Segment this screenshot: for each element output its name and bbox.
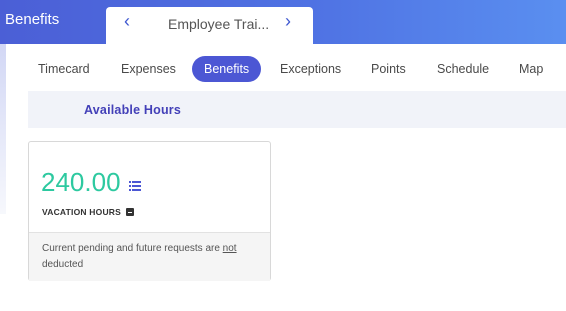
collapse-icon[interactable] bbox=[125, 208, 134, 216]
note-text-end: deducted bbox=[42, 259, 84, 270]
employee-selector: ‹ Employee Trai... › bbox=[106, 7, 313, 44]
tab-bar: Timecard Expenses Benefits Exceptions Po… bbox=[26, 56, 566, 82]
chevron-left-icon[interactable]: ‹ bbox=[124, 11, 130, 32]
tab-timecard[interactable]: Timecard bbox=[38, 56, 90, 82]
note-text: Current pending and future requests are bbox=[42, 243, 223, 254]
tab-map[interactable]: Map bbox=[519, 56, 543, 82]
hours-label: VACATION HOURS bbox=[42, 207, 134, 217]
section-header: Available Hours bbox=[28, 91, 566, 128]
app-title: Benefits bbox=[5, 11, 60, 28]
tab-schedule[interactable]: Schedule bbox=[437, 56, 489, 82]
card-footer: Current pending and future requests are … bbox=[29, 232, 270, 281]
employee-name[interactable]: Employee Trai... bbox=[168, 16, 278, 32]
tab-expenses[interactable]: Expenses bbox=[121, 56, 176, 82]
chevron-right-icon[interactable]: › bbox=[285, 11, 291, 32]
vacation-hours-card: 240.00 VACATION HOURS Current pending an… bbox=[28, 141, 271, 281]
note-emphasis: not bbox=[222, 243, 237, 254]
tab-points[interactable]: Points bbox=[371, 56, 406, 82]
top-bar: Benefits ‹ Employee Trai... › bbox=[0, 0, 566, 44]
list-icon[interactable] bbox=[129, 181, 141, 191]
hours-value: 240.00 bbox=[41, 167, 121, 197]
pending-note: Current pending and future requests are … bbox=[42, 241, 262, 273]
tab-exceptions[interactable]: Exceptions bbox=[280, 56, 341, 82]
main-panel: Timecard Expenses Benefits Exceptions Po… bbox=[6, 44, 566, 311]
section-title: Available Hours bbox=[84, 103, 182, 117]
hours-label-text: VACATION HOURS bbox=[42, 207, 121, 217]
tab-benefits[interactable]: Benefits bbox=[192, 56, 262, 82]
